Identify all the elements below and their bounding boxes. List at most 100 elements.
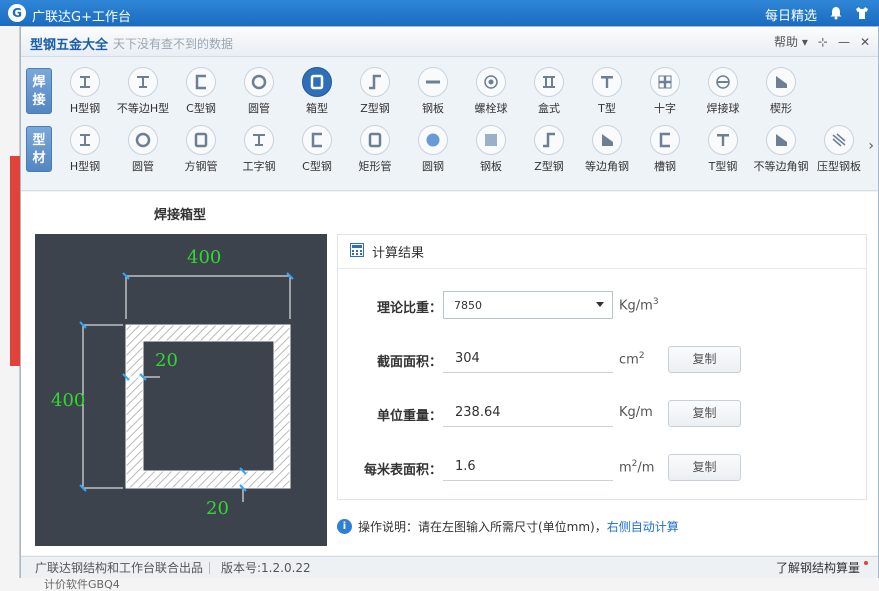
weld-shape-icon — [70, 67, 100, 97]
section-shape-icon — [244, 125, 274, 155]
box-section-diagram: 400 400 20 20 — [35, 234, 327, 546]
section-shape-icon — [70, 125, 100, 155]
web-thickness-value[interactable]: 20 — [155, 350, 178, 371]
section-tool-4[interactable]: 工字钢 — [230, 120, 288, 176]
help-menu[interactable]: 帮助 ▾ — [774, 33, 808, 50]
weld-tool-2[interactable]: 不等边H型 — [114, 62, 172, 118]
dropdown-caret-icon — [596, 302, 604, 307]
learn-steel-link[interactable]: 了解钢结构算量 — [776, 557, 860, 579]
section-shape-icon — [360, 125, 390, 155]
category-section[interactable]: 型 材 — [26, 126, 52, 172]
weld-shape-icon — [650, 67, 680, 97]
weld-tool-label: C型钢 — [186, 102, 216, 115]
section-tool-10[interactable]: 等边角钢 — [578, 120, 636, 176]
diagram-title: 焊接箱型 — [154, 208, 207, 223]
weld-tool-label: 焊接球 — [706, 102, 740, 115]
host-left-accent — [10, 156, 20, 366]
main-content: 焊接箱型 400 400 20 20 计算结果 理论比重： 7850 Kg/m3… — [21, 192, 878, 555]
weld-tool-1[interactable]: H型钢 — [56, 62, 114, 118]
weld-tool-8[interactable]: 螺栓球 — [462, 62, 520, 118]
host-title: 广联达G+工作台 — [32, 10, 131, 25]
surface-unit: m2/m — [619, 459, 654, 475]
note-link[interactable]: 右侧自动计算 — [607, 520, 679, 534]
section-tool-label: 等边角钢 — [585, 160, 629, 173]
weld-tool-label: 不等边H型 — [116, 102, 170, 115]
section-tool-13[interactable]: 不等边角钢 — [752, 120, 810, 176]
section-tool-label: 圆钢 — [422, 160, 444, 173]
surface-field[interactable]: 1.6 — [443, 455, 613, 481]
section-tool-label: 工字钢 — [242, 160, 276, 173]
section-tool-3[interactable]: 方钢管 — [172, 120, 230, 176]
host-left-panel — [0, 26, 20, 591]
weld-tool-9[interactable]: 盒式 — [520, 62, 578, 118]
copy-surface-button[interactable]: 复制 — [668, 454, 741, 481]
minimize-icon[interactable]: — — [838, 35, 850, 49]
chevron-down-icon: ▾ — [801, 35, 808, 49]
host-toolbar: 每日精选 — [765, 5, 869, 24]
section-tool-14[interactable]: 压型钢板 — [810, 120, 868, 176]
scroll-right-icon[interactable]: › — [868, 138, 874, 154]
status-bar: 广联达钢结构和工作台联合出品 版本号:1.2.0.22 了解钢结构算量 — [21, 556, 878, 578]
info-icon: i — [337, 519, 352, 534]
operation-note: i 操作说明：请在左图输入所需尺寸(单位mm)，右侧自动计算 — [337, 518, 679, 535]
copy-area-button[interactable]: 复制 — [668, 346, 741, 373]
density-label: 理论比重： — [376, 301, 442, 316]
window-controls: 帮助 ▾ ⊹ — ✕ — [774, 33, 870, 50]
flange-thickness-value[interactable]: 20 — [206, 498, 229, 519]
bell-icon[interactable] — [829, 6, 843, 24]
host-title-bar: G 广联达G+工作台 每日精选 — [0, 0, 879, 26]
area-field[interactable]: 304 — [443, 347, 613, 373]
weld-shape-row: H型钢 不等边H型 C型钢 圆管 箱型 Z型钢 钢板 螺栓球 盒式 T型 十字 焊接球 楔形 — [56, 62, 810, 120]
window-slogan: 天下没有查不到的数据 — [113, 37, 234, 51]
steel-handbook-window: 型钢五金大全 天下没有查不到的数据 帮助 ▾ ⊹ — ✕ 焊 接 型 材 H型钢… — [20, 26, 879, 578]
section-tool-5[interactable]: C型钢 — [288, 120, 346, 176]
density-value: 7850 — [454, 299, 482, 312]
weld-shape-icon — [418, 67, 448, 97]
section-shape-icon — [418, 125, 448, 155]
density-select[interactable]: 7850 — [443, 291, 613, 319]
section-shape-row: H型钢 圆管 方钢管 工字钢 C型钢 矩形管 圆钢 钢板 Z型钢 等边角钢 槽钢 T型钢 不等边角钢 压型… — [56, 120, 868, 178]
height-dimension-value[interactable]: 400 — [51, 390, 85, 411]
category-section-char-1: 型 — [32, 133, 46, 148]
weight-field[interactable]: 238.64 — [443, 401, 613, 427]
weld-tool-7[interactable]: 钢板 — [404, 62, 462, 118]
section-shape-icon — [766, 125, 796, 155]
weld-tool-3[interactable]: C型钢 — [172, 62, 230, 118]
section-tool-11[interactable]: 槽钢 — [636, 120, 694, 176]
section-tool-9[interactable]: Z型钢 — [520, 120, 578, 176]
version-text: 版本号:1.2.0.22 — [221, 561, 311, 575]
width-dimension-value[interactable]: 400 — [187, 247, 221, 268]
section-tool-8[interactable]: 钢板 — [462, 120, 520, 176]
section-tool-1[interactable]: H型钢 — [56, 120, 114, 176]
weld-tool-6[interactable]: Z型钢 — [346, 62, 404, 118]
section-tool-12[interactable]: T型钢 — [694, 120, 752, 176]
weld-tool-4[interactable]: 圆管 — [230, 62, 288, 118]
weld-tool-10[interactable]: T型 — [578, 62, 636, 118]
category-weld[interactable]: 焊 接 — [26, 68, 52, 114]
section-tool-2[interactable]: 圆管 — [114, 120, 172, 176]
section-tool-6[interactable]: 矩形管 — [346, 120, 404, 176]
section-shape-icon — [534, 125, 564, 155]
section-tool-label: T型钢 — [708, 160, 738, 173]
density-unit-base: Kg/m — [619, 298, 653, 314]
daily-pick-button[interactable]: 每日精选 — [765, 5, 817, 24]
weld-shape-icon — [128, 67, 158, 97]
weld-tool-11[interactable]: 十字 — [636, 62, 694, 118]
status-divider — [209, 562, 210, 574]
note-instruction: 操作说明：请在左图输入所需尺寸(单位mm)， — [358, 520, 607, 534]
shirt-icon[interactable] — [855, 6, 869, 24]
close-icon[interactable]: ✕ — [860, 35, 870, 49]
weld-tool-13[interactable]: 楔形 — [752, 62, 810, 118]
copy-weight-button[interactable]: 复制 — [668, 400, 741, 427]
section-shape-icon — [186, 125, 216, 155]
section-shape-icon — [128, 125, 158, 155]
surface-unit-tail: /m — [637, 460, 655, 476]
shape-toolbar: 焊 接 型 材 H型钢 不等边H型 C型钢 圆管 箱型 Z型钢 钢板 螺栓球 盒式 T型 十字 焊接球… — [21, 58, 878, 191]
weld-tool-label: 盒式 — [538, 102, 560, 115]
weld-tool-5[interactable]: 箱型 — [288, 62, 346, 118]
pin-icon[interactable]: ⊹ — [818, 35, 828, 49]
weld-tool-12[interactable]: 焊接球 — [694, 62, 752, 118]
weld-tool-label: 圆管 — [248, 102, 270, 115]
section-tool-7[interactable]: 圆钢 — [404, 120, 462, 176]
surface-label: 每米表面积： — [363, 463, 442, 478]
